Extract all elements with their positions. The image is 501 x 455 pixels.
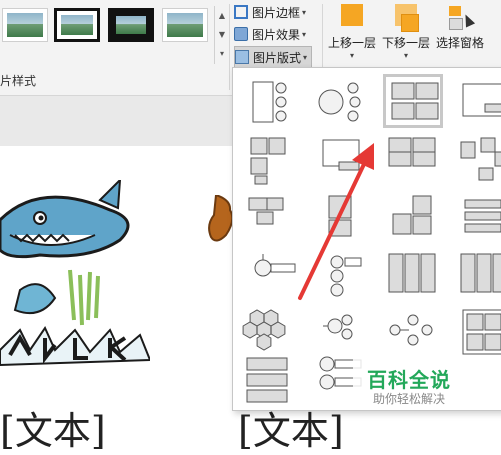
selection-pane-label: 选择窗格 <box>435 36 484 50</box>
layout-option-7[interactable] <box>313 132 373 186</box>
layout-option-16[interactable] <box>241 248 301 302</box>
shark-smartart-image[interactable] <box>0 180 150 380</box>
layout-option-9[interactable] <box>455 132 501 186</box>
layout-option-17[interactable] <box>313 248 373 302</box>
layout-option-24[interactable] <box>455 304 501 358</box>
layout-option-13[interactable] <box>383 190 443 244</box>
picture-border-label: 图片边框 <box>252 5 301 20</box>
layout-option-23[interactable] <box>383 304 443 358</box>
watermark-title: 百科全说 <box>367 368 451 392</box>
layout-option-19[interactable] <box>455 248 501 302</box>
picture-style-thick-black[interactable] <box>108 8 154 42</box>
picture-layout-label: 图片版式 <box>253 50 302 65</box>
gallery-scroll-up[interactable]: ▲ <box>215 6 229 25</box>
chevron-down-icon: ▾ <box>303 52 308 62</box>
send-backward-icon <box>393 4 419 32</box>
watermark-subtitle: 助你轻松解决 <box>373 392 446 406</box>
bring-forward-icon <box>339 4 365 32</box>
send-backward-button[interactable]: 下移一层 ▾ <box>380 4 432 60</box>
picture-style-black-frame[interactable] <box>54 8 100 42</box>
layout-option-3[interactable] <box>383 74 443 128</box>
picture-effects-label: 图片效果 <box>252 27 301 42</box>
picture-styles-group-label: 片样式 <box>0 74 37 88</box>
layout-option-8[interactable] <box>383 132 443 186</box>
layout-option-1[interactable] <box>241 74 301 128</box>
chevron-down-icon: ▾ <box>403 51 408 60</box>
chevron-down-icon: ▾ <box>302 7 307 17</box>
picture-layout-button[interactable]: 图片版式 ▾ <box>234 46 313 68</box>
picture-effects-button[interactable]: 图片效果 ▾ <box>234 24 306 44</box>
picture-style-simple-frame[interactable] <box>2 8 48 42</box>
gallery-scroll-down[interactable]: ▼ <box>215 25 229 44</box>
layout-option-14[interactable] <box>455 190 501 244</box>
picture-border-icon <box>234 5 248 19</box>
chevron-down-icon: ▾ <box>349 51 354 60</box>
layout-option-2[interactable] <box>313 74 373 128</box>
gallery-more[interactable]: ▾ <box>215 44 229 63</box>
gallery-scroll[interactable]: ▲ ▼ ▾ <box>214 6 229 64</box>
image-fragment <box>208 195 234 242</box>
layout-option-26[interactable] <box>241 352 301 406</box>
selection-pane-icon <box>447 4 476 32</box>
layout-option-12[interactable] <box>313 190 373 244</box>
ribbon-separator <box>229 4 230 90</box>
chevron-down-icon: ▾ <box>302 29 307 39</box>
layout-option-18[interactable] <box>383 248 443 302</box>
picture-style-shadow[interactable] <box>162 8 208 42</box>
picture-effects-icon <box>234 27 248 41</box>
layout-option-4[interactable] <box>455 74 501 128</box>
send-backward-label: 下移一层 <box>381 36 430 50</box>
layout-option-21[interactable] <box>241 304 301 358</box>
layout-option-22[interactable] <box>313 304 373 358</box>
picture-border-button[interactable]: 图片边框 ▾ <box>234 2 306 22</box>
bring-forward-label: 上移一层 <box>327 36 376 50</box>
watermark: 百科全说 助你轻松解决 <box>353 358 463 410</box>
selection-pane-button[interactable]: 选择窗格 <box>434 4 486 51</box>
layout-option-6[interactable] <box>241 132 301 186</box>
picture-layout-icon <box>235 50 249 64</box>
layout-option-11[interactable] <box>241 190 301 244</box>
text-placeholder-left[interactable]: [文本] <box>0 400 106 455</box>
bring-forward-button[interactable]: 上移一层 ▾ <box>326 4 378 60</box>
